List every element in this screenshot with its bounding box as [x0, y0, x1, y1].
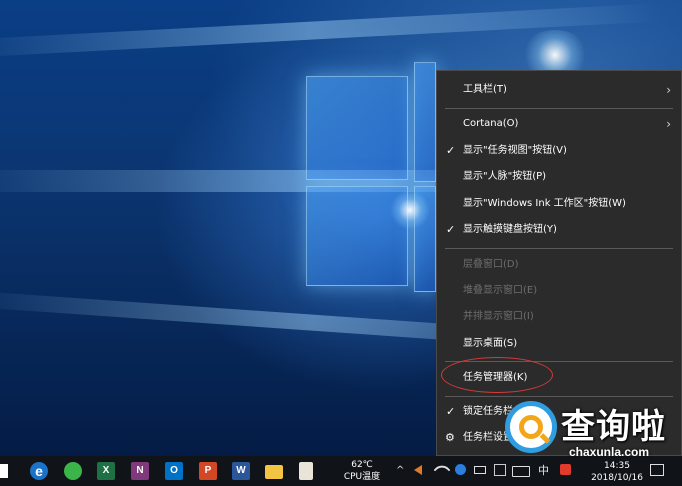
menu-item-side-by-side-windows: 并排显示窗口(I) — [437, 305, 681, 329]
menu-item-label: Cortana(O) — [463, 118, 519, 129]
menu-item-toolbars[interactable]: 工具栏(T) › — [437, 78, 681, 102]
menu-item-show-people-button[interactable]: 显示"人脉"按钮(P) — [437, 165, 681, 189]
word-icon[interactable]: W — [232, 462, 250, 480]
speaker-icon[interactable] — [414, 465, 422, 475]
cpu-temp-label: CPU温度 — [343, 472, 381, 482]
menu-item-label: 并排显示窗口(I) — [463, 311, 534, 322]
battery-icon[interactable] — [474, 466, 486, 474]
chevron-up-icon[interactable]: ^ — [396, 464, 404, 478]
menu-item-label: 堆叠显示窗口(E) — [463, 285, 538, 296]
menu-separator — [445, 108, 673, 109]
watermark-title: 查询啦 — [561, 407, 666, 447]
chevron-right-icon: › — [666, 117, 671, 131]
checkmark-icon: ✓ — [446, 405, 456, 418]
green-app-icon[interactable] — [64, 462, 82, 480]
site-watermark: 查询啦 chaxunla.com — [503, 397, 682, 477]
chevron-right-icon: › — [666, 83, 671, 97]
menu-item-show-windows-ink-button[interactable]: 显示"Windows Ink 工作区"按钮(W) — [437, 192, 681, 216]
edge-browser-icon[interactable]: e — [30, 462, 48, 480]
menu-item-label: 显示触摸键盘按钮(Y) — [463, 224, 557, 235]
menu-item-label: 显示"人脉"按钮(P) — [463, 171, 547, 182]
menu-item-label: 显示桌面(S) — [463, 338, 518, 349]
menu-item-show-desktop[interactable]: 显示桌面(S) — [437, 332, 681, 356]
checkmark-icon: ✓ — [446, 223, 456, 236]
file-explorer-icon[interactable] — [265, 465, 283, 479]
security-icon[interactable] — [455, 464, 466, 475]
menu-item-label: 层叠窗口(D) — [463, 259, 519, 270]
light-glow — [390, 190, 430, 230]
menu-item-show-touch-keyboard-button[interactable]: ✓ 显示触摸键盘按钮(Y) — [437, 218, 681, 242]
notepad-icon[interactable] — [299, 462, 313, 480]
red-highlight-ellipse — [441, 357, 553, 393]
windows-start-icon[interactable] — [0, 464, 8, 478]
menu-item-stack-windows: 堆叠显示窗口(E) — [437, 279, 681, 303]
menu-item-label: 显示"Windows Ink 工作区"按钮(W) — [463, 198, 626, 209]
cpu-temperature-widget[interactable]: 62℃ CPU温度 — [340, 459, 384, 483]
menu-item-cortana[interactable]: Cortana(O) › — [437, 112, 681, 136]
menu-separator — [445, 248, 673, 249]
window-logo-pane — [306, 76, 408, 180]
onenote-icon[interactable]: N — [131, 462, 149, 480]
window-logo-pane — [414, 62, 436, 182]
menu-item-label: 显示"任务视图"按钮(V) — [463, 145, 567, 156]
gear-icon: ⚙ — [445, 431, 455, 444]
menu-item-label: 工具栏(T) — [463, 84, 507, 95]
excel-icon[interactable]: X — [97, 462, 115, 480]
watermark-logo-icon — [505, 401, 557, 453]
outlook-icon[interactable]: O — [165, 462, 183, 480]
menu-item-cascade-windows: 层叠窗口(D) — [437, 253, 681, 277]
watermark-domain: chaxunla.com — [569, 445, 650, 459]
cpu-temp-value: 62℃ — [351, 460, 373, 470]
wifi-icon[interactable] — [433, 461, 451, 479]
checkmark-icon: ✓ — [446, 144, 456, 157]
magnifier-handle — [539, 433, 551, 444]
powerpoint-icon[interactable]: P — [199, 462, 217, 480]
menu-item-show-task-view-button[interactable]: ✓ 显示"任务视图"按钮(V) — [437, 139, 681, 163]
